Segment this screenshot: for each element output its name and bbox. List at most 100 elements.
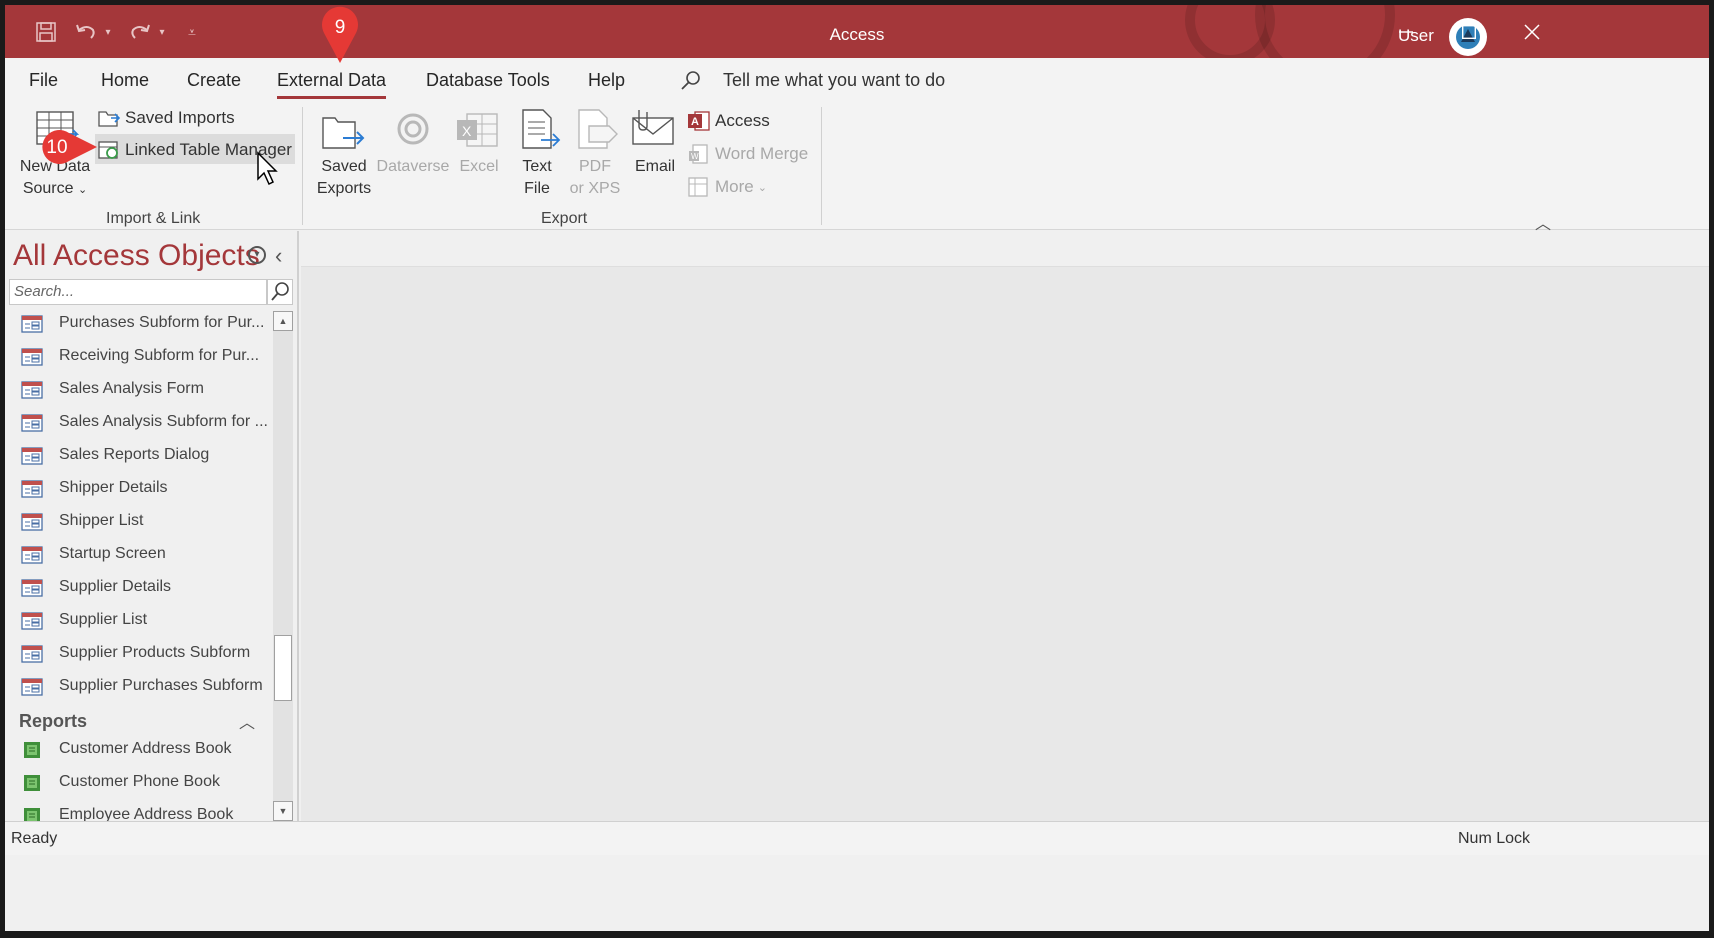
text-file-icon[interactable] xyxy=(519,108,561,152)
list-item-label: Startup Screen xyxy=(59,545,166,562)
list-item[interactable]: Supplier List xyxy=(5,606,271,639)
list-item-label: Receiving Subform for Pur... xyxy=(59,347,260,364)
list-item-label: Supplier List xyxy=(59,611,148,628)
saved-exports-label-1[interactable]: Saved xyxy=(309,156,379,178)
list-item[interactable]: Supplier Purchases Subform xyxy=(5,672,271,705)
access-export-button[interactable]: A Access xyxy=(687,110,770,132)
dataverse-icon[interactable] xyxy=(391,112,435,146)
ribbon-tabs: File Home Create External Data Database … xyxy=(5,58,1709,102)
tell-me-input[interactable]: Tell me what you want to do xyxy=(723,70,945,91)
form-icon xyxy=(21,414,43,432)
form-icon xyxy=(21,315,43,333)
more-export-button[interactable]: More ⌄ xyxy=(687,176,767,198)
list-item-label: Sales Reports Dialog xyxy=(59,446,210,463)
list-item-label: Sales Analysis Form xyxy=(59,380,204,397)
list-item[interactable]: Shipper Details xyxy=(5,474,271,507)
new-data-source-label-line2: Source xyxy=(22,180,74,197)
word-merge-button[interactable]: W Word Merge xyxy=(687,143,808,165)
list-item[interactable]: Receiving Subform for Pur... xyxy=(5,342,271,375)
form-icon xyxy=(21,348,43,366)
chevron-down-icon: ⌄ xyxy=(757,181,767,194)
close-button[interactable] xyxy=(1512,17,1552,47)
form-icon xyxy=(21,678,43,696)
maximize-button[interactable] xyxy=(1449,17,1489,47)
list-item-label: Customer Address Book xyxy=(59,740,232,757)
linked-table-manager-icon xyxy=(98,141,118,159)
tab-file[interactable]: File xyxy=(29,70,58,91)
scroll-up-arrow[interactable]: ▲ xyxy=(273,311,293,331)
group-separator xyxy=(302,107,303,225)
scroll-thumb[interactable] xyxy=(274,635,292,701)
list-item[interactable]: Startup Screen xyxy=(5,540,271,573)
nav-scrollbar[interactable]: ▲ ▼ xyxy=(273,311,293,821)
access-window: ▾ ▾ ⩡ Access User File Home Create Exter… xyxy=(5,5,1709,931)
search-icon xyxy=(271,282,289,301)
list-item-label: Shipper List xyxy=(59,512,144,529)
pdf-icon[interactable] xyxy=(575,108,619,152)
email-label[interactable]: Email xyxy=(627,156,683,178)
form-icon xyxy=(21,513,43,531)
saved-imports-label: Saved Imports xyxy=(125,108,235,127)
svg-text:W: W xyxy=(691,152,699,161)
dataverse-label[interactable]: Dataverse xyxy=(373,156,453,178)
excel-label[interactable]: Excel xyxy=(449,156,509,178)
form-icon xyxy=(21,546,43,564)
tab-create[interactable]: Create xyxy=(187,70,241,91)
list-item[interactable]: Sales Analysis Form xyxy=(5,375,271,408)
email-icon[interactable] xyxy=(631,106,677,148)
nav-pane-title[interactable]: All Access Objects xyxy=(13,239,260,273)
access-export-label: Access xyxy=(715,111,770,130)
list-item-label: Purchases Subform for Pur... xyxy=(59,314,265,331)
shutter-bar-close-icon[interactable]: ‹ xyxy=(275,243,282,269)
list-item[interactable]: Sales Analysis Subform for ... xyxy=(5,408,271,441)
search-icon xyxy=(681,71,700,90)
minimize-button[interactable] xyxy=(1386,17,1426,47)
form-icon xyxy=(21,480,43,498)
reports-section-header[interactable]: Reports ︿ xyxy=(5,705,271,735)
num-lock-indicator: Num Lock xyxy=(1458,830,1531,847)
word-merge-icon: W xyxy=(689,144,708,164)
chevron-down-icon: ⌄ xyxy=(77,184,88,196)
list-item[interactable]: Sales Reports Dialog xyxy=(5,441,271,474)
pdf-label-2[interactable]: or XPS xyxy=(563,178,627,200)
status-text: Ready xyxy=(11,830,58,847)
nav-search-button[interactable] xyxy=(267,279,293,305)
list-item-label: Customer Phone Book xyxy=(59,773,220,790)
reports-section-label: Reports xyxy=(19,711,88,731)
scroll-down-arrow[interactable]: ▼ xyxy=(273,801,293,821)
report-icon xyxy=(24,775,40,791)
form-icon xyxy=(21,645,43,663)
list-item[interactable]: Supplier Products Subform xyxy=(5,639,271,672)
tab-database-tools[interactable]: Database Tools xyxy=(426,70,550,91)
document-workspace xyxy=(301,231,1709,821)
tab-help[interactable]: Help xyxy=(588,70,625,91)
import-link-group-label: Import & Link xyxy=(106,210,201,227)
text-file-label-2[interactable]: File xyxy=(512,178,562,200)
tab-external-data[interactable]: External Data xyxy=(277,70,387,99)
nav-search-input[interactable]: Search... xyxy=(9,279,267,305)
nav-object-list: Purchases Subform for Pur... Receiving S… xyxy=(5,309,271,824)
form-icon xyxy=(21,381,43,399)
navigation-pane: All Access Objects ▾ ‹ Search... Purchas… xyxy=(5,231,299,824)
saved-imports-icon xyxy=(98,111,121,127)
nav-menu-dropdown-icon[interactable]: ▾ xyxy=(248,246,266,264)
form-icon xyxy=(21,579,43,597)
list-item[interactable]: Supplier Details xyxy=(5,573,271,606)
list-item-label: Shipper Details xyxy=(59,479,168,496)
document-tab-strip xyxy=(301,231,1709,267)
report-icon xyxy=(24,742,40,758)
pdf-label-1[interactable]: PDF xyxy=(563,156,627,178)
list-item[interactable]: Customer Phone Book xyxy=(5,768,271,801)
list-item[interactable]: Shipper List xyxy=(5,507,271,540)
title-bar: ▾ ▾ ⩡ Access User xyxy=(5,5,1709,58)
list-item[interactable]: Purchases Subform for Pur... xyxy=(5,309,271,342)
access-icon: A xyxy=(688,111,710,131)
tab-home[interactable]: Home xyxy=(101,70,149,91)
new-data-source-button[interactable]: Source ⌄ xyxy=(17,178,93,201)
saved-exports-icon[interactable] xyxy=(321,112,367,152)
saved-imports-button[interactable]: Saved Imports xyxy=(97,108,235,128)
text-file-label-1[interactable]: Text xyxy=(512,156,562,178)
excel-icon[interactable]: X xyxy=(455,110,501,150)
saved-exports-label-2[interactable]: Exports xyxy=(309,178,379,200)
list-item[interactable]: Customer Address Book xyxy=(5,735,271,768)
